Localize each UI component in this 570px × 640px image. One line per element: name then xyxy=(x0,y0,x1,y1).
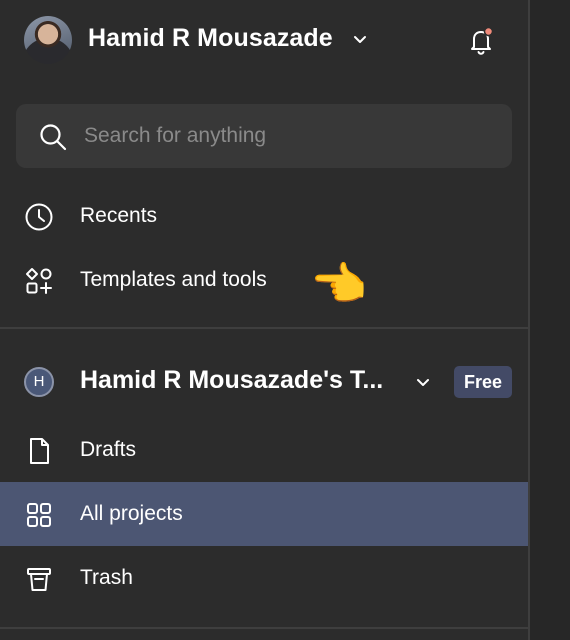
search-box[interactable] xyxy=(16,104,512,168)
file-icon xyxy=(24,436,54,466)
section-divider xyxy=(0,627,528,629)
team-name-menu[interactable]: Hamid R Mousazade's T... xyxy=(80,366,383,395)
nav-item-trash[interactable]: Trash xyxy=(0,546,528,610)
user-avatar[interactable] xyxy=(24,16,72,64)
nav-item-label: Drafts xyxy=(80,438,137,461)
team-avatar[interactable]: H xyxy=(24,367,54,397)
chevron-down-icon[interactable] xyxy=(352,34,368,46)
nav-item-all-projects[interactable]: All projects xyxy=(0,482,528,546)
nav-item-recents[interactable]: Recents xyxy=(0,184,528,248)
plan-badge: Free xyxy=(454,366,512,398)
nav-item-label: Trash xyxy=(80,566,133,589)
clock-icon xyxy=(24,202,54,232)
trash-icon xyxy=(24,564,54,594)
search-input[interactable] xyxy=(84,104,494,168)
chevron-down-icon[interactable] xyxy=(415,377,431,389)
section-divider xyxy=(0,327,528,329)
nav-item-label: All projects xyxy=(80,502,183,525)
sidebar-header: Hamid R Mousazade xyxy=(0,0,528,80)
sidebar: Hamid R Mousazade Search for anything Re… xyxy=(0,0,528,640)
main-content-area xyxy=(530,0,570,640)
user-name-menu[interactable]: Hamid R Mousazade xyxy=(88,24,333,53)
search-icon xyxy=(38,122,68,152)
nav-item-drafts[interactable]: Drafts xyxy=(0,418,528,482)
bell-icon[interactable] xyxy=(466,26,496,56)
nav-item-label: Templates and tools xyxy=(80,268,267,291)
notification-dot xyxy=(483,26,494,37)
grid-icon xyxy=(24,500,54,530)
shapes-plus-icon xyxy=(24,266,54,296)
nav-item-label: Recents xyxy=(80,204,158,227)
nav-item-templates-and-tools[interactable]: Templates and tools xyxy=(0,248,528,312)
pointing-hand-emoji: 👈 xyxy=(310,258,368,310)
